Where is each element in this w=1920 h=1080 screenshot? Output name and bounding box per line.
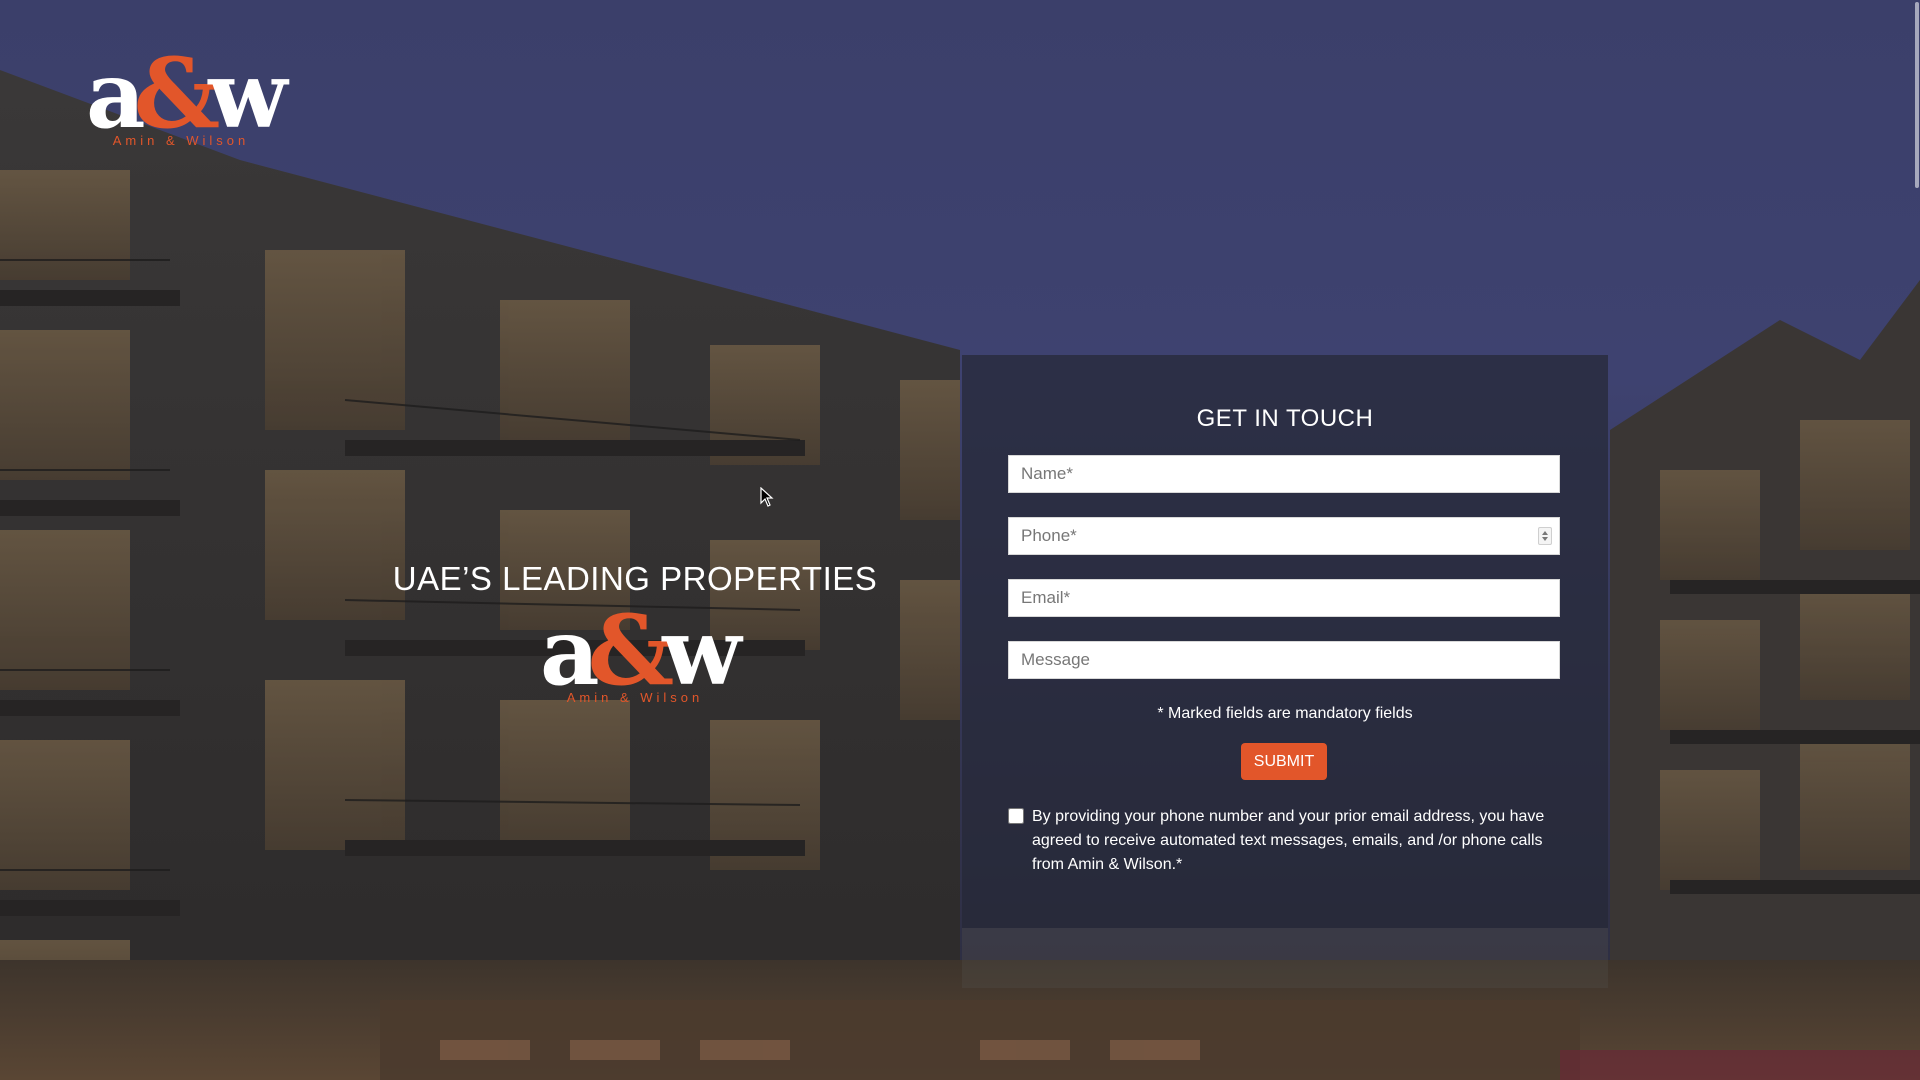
landing-page: a&w Amin & Wilson UAE’S LEADING PROPERTI… bbox=[0, 0, 1920, 1080]
page-scrollbar[interactable] bbox=[1914, 0, 1920, 1080]
brand-logo[interactable]: a&w Amin & Wilson bbox=[86, 46, 288, 149]
spinner-down-icon[interactable] bbox=[1542, 537, 1548, 541]
phone-input[interactable] bbox=[1008, 517, 1560, 555]
hero-logo-letter-w: w bbox=[662, 598, 741, 706]
hero-section: UAE’S LEADING PROPERTIES a&w Amin & Wils… bbox=[380, 560, 890, 705]
submit-button[interactable]: SUBMIT bbox=[1241, 743, 1327, 780]
hero-logo-mark: a&w bbox=[540, 603, 742, 699]
form-panel-footer bbox=[962, 928, 1608, 988]
message-input[interactable] bbox=[1008, 641, 1560, 679]
hero-logo-ampersand: & bbox=[587, 594, 675, 707]
background-building-image bbox=[0, 0, 1920, 1080]
consent-text: By providing your phone number and your … bbox=[1032, 808, 1545, 873]
hero-logo: a&w Amin & Wilson bbox=[540, 603, 742, 706]
logo-ampersand: & bbox=[133, 37, 221, 150]
consent-checkbox[interactable] bbox=[1008, 808, 1024, 824]
logo-letter-w: w bbox=[208, 41, 287, 149]
hero-logo-letter-a: a bbox=[540, 598, 600, 706]
form-title: GET IN TOUCH bbox=[1196, 405, 1374, 432]
number-spinner-icon[interactable] bbox=[1538, 527, 1552, 545]
mouse-cursor-icon bbox=[760, 487, 774, 507]
email-input[interactable] bbox=[1008, 579, 1560, 617]
scrollbar-thumb[interactable] bbox=[1915, 2, 1919, 188]
logo-letter-a: a bbox=[86, 41, 146, 149]
logo-mark: a&w bbox=[86, 46, 288, 142]
spinner-up-icon[interactable] bbox=[1542, 531, 1548, 535]
contact-form-panel: GET IN TOUCH * Marked fields are mandato… bbox=[962, 355, 1608, 928]
name-input[interactable] bbox=[1008, 455, 1560, 493]
consent-row: By providing your phone number and your … bbox=[1008, 805, 1568, 877]
mandatory-note: * Marked fields are mandatory fields bbox=[1157, 705, 1413, 722]
hero-title: UAE’S LEADING PROPERTIES bbox=[392, 560, 878, 597]
